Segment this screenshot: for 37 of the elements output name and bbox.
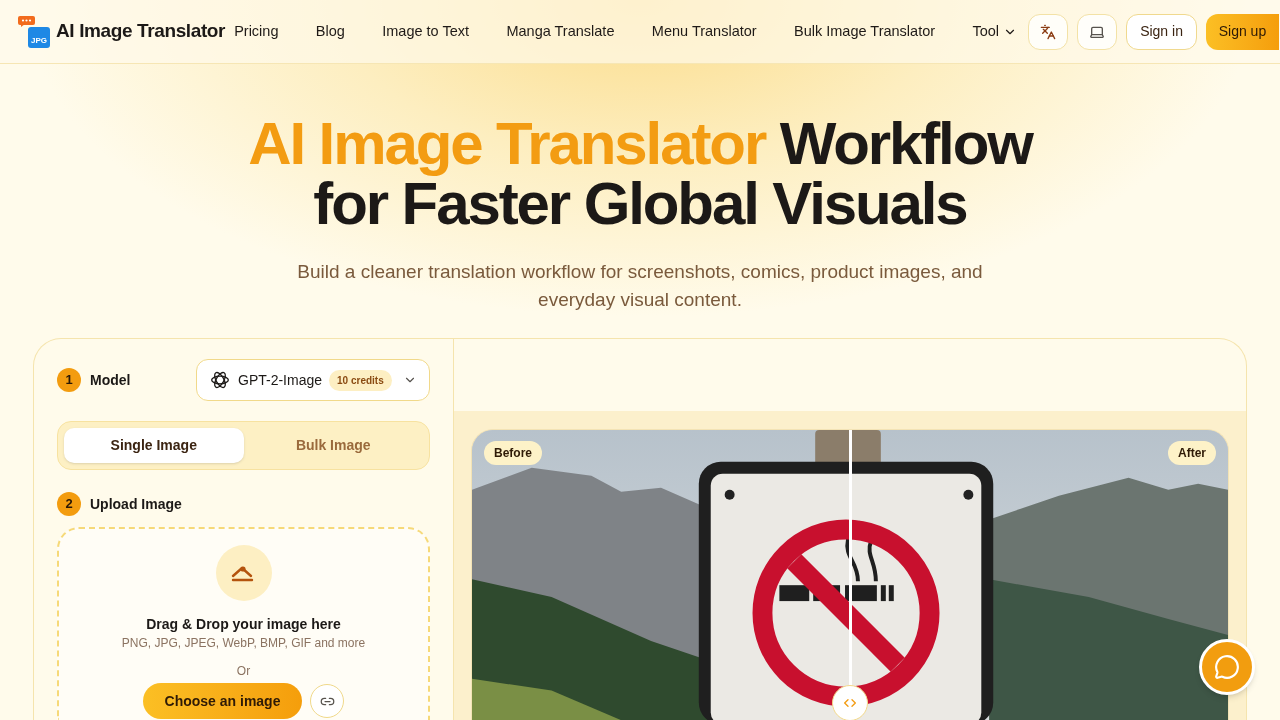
nav-link[interactable]: Manga Translate bbox=[506, 20, 615, 43]
nav-link[interactable]: Image to Text bbox=[382, 20, 470, 43]
mode-tab[interactable]: Bulk Image bbox=[243, 428, 423, 463]
choose-image-button[interactable]: Choose an image bbox=[142, 683, 303, 719]
step-number: 1 bbox=[57, 368, 81, 392]
translate-icon bbox=[1040, 23, 1057, 40]
step-number: 2 bbox=[57, 492, 81, 516]
nav-link[interactable]: Menu Translator bbox=[651, 20, 757, 43]
theme-button[interactable] bbox=[1077, 13, 1118, 50]
language-button[interactable] bbox=[1028, 13, 1069, 50]
hero-subtitle: Build a cleaner translation workflow for screenshots, comics, product images, and everyday visual content. bbox=[296, 260, 984, 312]
nav-link[interactable]: Pricing bbox=[234, 20, 279, 43]
model-select[interactable]: GPT-2-Image 10 credits bbox=[196, 359, 430, 401]
speech-bubble-icon bbox=[18, 15, 35, 27]
mode-tab[interactable]: Single Image bbox=[64, 428, 244, 463]
step-label: Model bbox=[90, 370, 131, 390]
link-button[interactable] bbox=[310, 684, 345, 718]
credits-badge: 10 credits bbox=[329, 369, 392, 391]
nav-link[interactable]: Bulk Image Translator bbox=[794, 20, 936, 43]
sign-in-button[interactable]: Sign in bbox=[1126, 13, 1197, 50]
file-badge: JPG bbox=[28, 26, 50, 48]
or-separator: Or bbox=[236, 663, 251, 679]
nav-link[interactable]: Blog bbox=[315, 20, 345, 43]
step-label: Upload Image bbox=[90, 494, 182, 514]
hero-title: AI Image Translator Workflow for Faster Global Visuals bbox=[248, 114, 1032, 234]
drop-zone[interactable]: Drag & Drop your image here PNG, JPG, JPEG, WebP, BMP, GIF and more Or Choose an image bbox=[57, 527, 430, 720]
sign-up-button[interactable]: Sign up bbox=[1205, 13, 1279, 50]
format-list: PNG, JPG, JPEG, WebP, BMP, GIF and more bbox=[121, 635, 366, 651]
chat-bubble-icon bbox=[1214, 654, 1240, 680]
tool-dropdown[interactable]: Tool bbox=[972, 20, 1018, 43]
before-label: Before bbox=[484, 441, 542, 465]
mountain-icon bbox=[215, 545, 272, 601]
brand-name: AI Image Translator bbox=[56, 19, 226, 44]
atom-icon bbox=[210, 370, 230, 390]
comparison-view[interactable]: Before After bbox=[471, 429, 1229, 720]
drop-title: Drag & Drop your image here bbox=[146, 615, 341, 633]
model-name: GPT-2-Image bbox=[238, 370, 323, 390]
